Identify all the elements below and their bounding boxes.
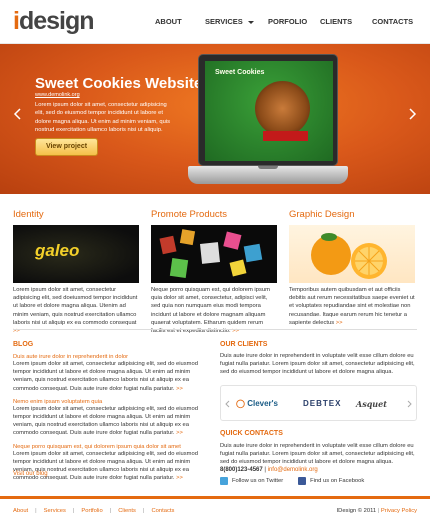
screen-content: Sweet Cookies (205, 61, 333, 161)
more-link[interactable]: >> (176, 430, 183, 436)
client-logo-clevers[interactable]: ◯ Clever's (236, 399, 278, 408)
nav-contacts[interactable]: CONTACTS (372, 17, 413, 26)
nav-clients[interactable]: CLIENTS (320, 17, 352, 26)
blog-post-body: Lorem ipsum dolor sit amet, consectetur … (13, 405, 198, 437)
divider (13, 329, 417, 330)
column-text: Temporibus autem quibusdam et aut offici… (289, 286, 415, 327)
promote-image[interactable] (151, 225, 277, 283)
footer-link-contacts[interactable]: Contacts (151, 508, 174, 514)
chevron-down-icon (247, 20, 254, 24)
column-graphic: Graphic Design Temporibus autem quibusda… (289, 209, 415, 327)
column-text: Lorem ipsum dolor sit amet, consectetur … (13, 286, 139, 335)
arrow-left-icon[interactable] (225, 400, 230, 408)
column-body: Neque porro quisquam est, qui dolorem ip… (151, 287, 270, 335)
visit-blog-link[interactable]: Visit our blog (13, 471, 48, 477)
phone-number: 8(800)123-4567 (220, 466, 263, 473)
copyright: IDesign © 2011 (336, 508, 377, 514)
facebook-icon (298, 476, 307, 485)
footer-sep: | (109, 508, 112, 514)
more-link[interactable]: >> (176, 386, 183, 392)
clients-title: OUR CLIENTS (220, 341, 268, 348)
orange-image[interactable] (289, 225, 415, 283)
footer-link-clients[interactable]: Clients (118, 508, 136, 514)
blog-post: Duis aute irure dolor in reprehenderit i… (13, 354, 203, 393)
product-boxes-icon (159, 229, 263, 279)
arrow-right-icon[interactable] (407, 400, 412, 408)
footer-right: IDesign © 2011 | Privacy Policy (336, 508, 417, 514)
hero-title: Sweet Cookies Website (35, 75, 203, 92)
footer-sep: | (142, 508, 145, 514)
twitter-link[interactable]: Follow us on Twitter (220, 476, 284, 485)
laptop-screen: Sweet Cookies (198, 54, 338, 166)
column-body: Temporibus autem quibusdam et aut offici… (289, 287, 415, 326)
site-logo[interactable]: idesign (13, 7, 95, 36)
laptop-base (188, 166, 348, 184)
client-logos-carousel: ◯ Clever's DEBTEX Asquet (220, 385, 417, 421)
cookie-plate-image (255, 81, 310, 136)
nav-services[interactable]: SERVICES (205, 17, 265, 26)
footer-link-portfolio[interactable]: Portfolio (81, 508, 102, 514)
orange-icon (311, 233, 387, 279)
blog-title: BLOG (13, 341, 34, 348)
client-logo-asquet[interactable]: Asquet (356, 399, 387, 409)
galeo-logo-text: galeo (35, 241, 80, 260)
client-logo-debtex[interactable]: DEBTEX (303, 399, 341, 408)
identity-image[interactable]: galeo (13, 225, 139, 283)
nav-portfolio[interactable]: PORFOLIO (268, 17, 307, 26)
facebook-label: Find us on Facebook (310, 477, 365, 484)
nav-services-label: SERVICES (205, 17, 243, 26)
screen-title: Sweet Cookies (215, 69, 265, 76)
blog-section: BLOG Duis aute irure dolor in reprehende… (13, 341, 203, 482)
footer-nav: About | Services | Portfolio | Clients | Con… (13, 508, 174, 514)
twitter-label: Follow us on Twitter (232, 477, 284, 484)
screen-banner (263, 131, 308, 141)
footer: About | Services | Portfolio | Clients | Con… (0, 496, 430, 531)
column-text: Neque porro quisquam est, qui dolorem ip… (151, 286, 277, 335)
twitter-icon (220, 476, 228, 485)
blog-post-text: Lorem ipsum dolor sit amet, consectetur … (13, 360, 203, 393)
footer-link-services[interactable]: Services (44, 508, 66, 514)
column-title: Graphic Design (289, 209, 355, 220)
email-link[interactable]: info@demolink.org (268, 467, 318, 473)
blog-post: Nemo enim ipsam voluptatem quia Lorem ip… (13, 399, 203, 438)
clients-text: Duis aute irure dolor in reprehenderit i… (220, 353, 415, 376)
client-logo-label: Clever's (247, 399, 278, 408)
clients-section: OUR CLIENTS Duis aute irure dolor in rep… (220, 341, 417, 421)
footer-sep: | (72, 508, 75, 514)
page: idesign ABOUT SERVICES PORFOLIO CLIENTS … (0, 0, 430, 531)
arrow-left-icon[interactable] (13, 108, 21, 120)
blog-post-text: Lorem ipsum dolor sit amet, consectetur … (13, 450, 203, 483)
column-body: Lorem ipsum dolor sit amet, consectetur … (13, 287, 138, 326)
blog-post-text: Lorem ipsum dolor sit amet, consectetur … (13, 405, 203, 438)
privacy-policy-link[interactable]: Privacy Policy (381, 508, 417, 514)
column-identity: Identity galeo Lorem ipsum dolor sit ame… (13, 209, 139, 335)
contacts-section: QUICK CONTACTS Duis aute irure dolor in … (220, 430, 417, 485)
header: idesign ABOUT SERVICES PORFOLIO CLIENTS … (0, 0, 430, 44)
contacts-text: Duis aute irure dolor in reprehenderit i… (220, 443, 415, 466)
social-links: Follow us on Twitter Find us on Facebook (220, 476, 417, 485)
blog-post-body: Lorem ipsum dolor sit amet, consectetur … (13, 361, 198, 392)
hero-description: Lorem ipsum dolor sit amet, consectetur … (35, 102, 171, 134)
view-project-button[interactable]: View project (35, 138, 98, 156)
column-promote: Promote Products Neque porro quisquam es… (151, 209, 277, 335)
hero-slider: Sweet Cookies Website www.demolink.org L… (0, 44, 430, 194)
laptop-notch (258, 166, 278, 169)
arrow-right-icon[interactable] (409, 108, 417, 120)
contacts-title: QUICK CONTACTS (220, 430, 283, 437)
column-title: Promote Products (151, 209, 228, 220)
contacts-line: 8(800)123-4567 | info@demolink.org (220, 466, 318, 473)
more-link[interactable]: >> (176, 475, 183, 481)
blog-post-title[interactable]: Neque porro quisquam est, qui dolorem ip… (13, 444, 203, 450)
logo-text: design (18, 7, 95, 35)
footer-sep: | (35, 508, 37, 514)
nav-about[interactable]: ABOUT (155, 17, 182, 26)
more-link[interactable]: >> (336, 320, 343, 326)
facebook-link[interactable]: Find us on Facebook (298, 476, 365, 485)
laptop-image: Sweet Cookies (188, 52, 348, 191)
footer-link-about[interactable]: About (13, 508, 28, 514)
hero-link[interactable]: www.demolink.org (35, 92, 80, 98)
column-title: Identity (13, 209, 44, 220)
